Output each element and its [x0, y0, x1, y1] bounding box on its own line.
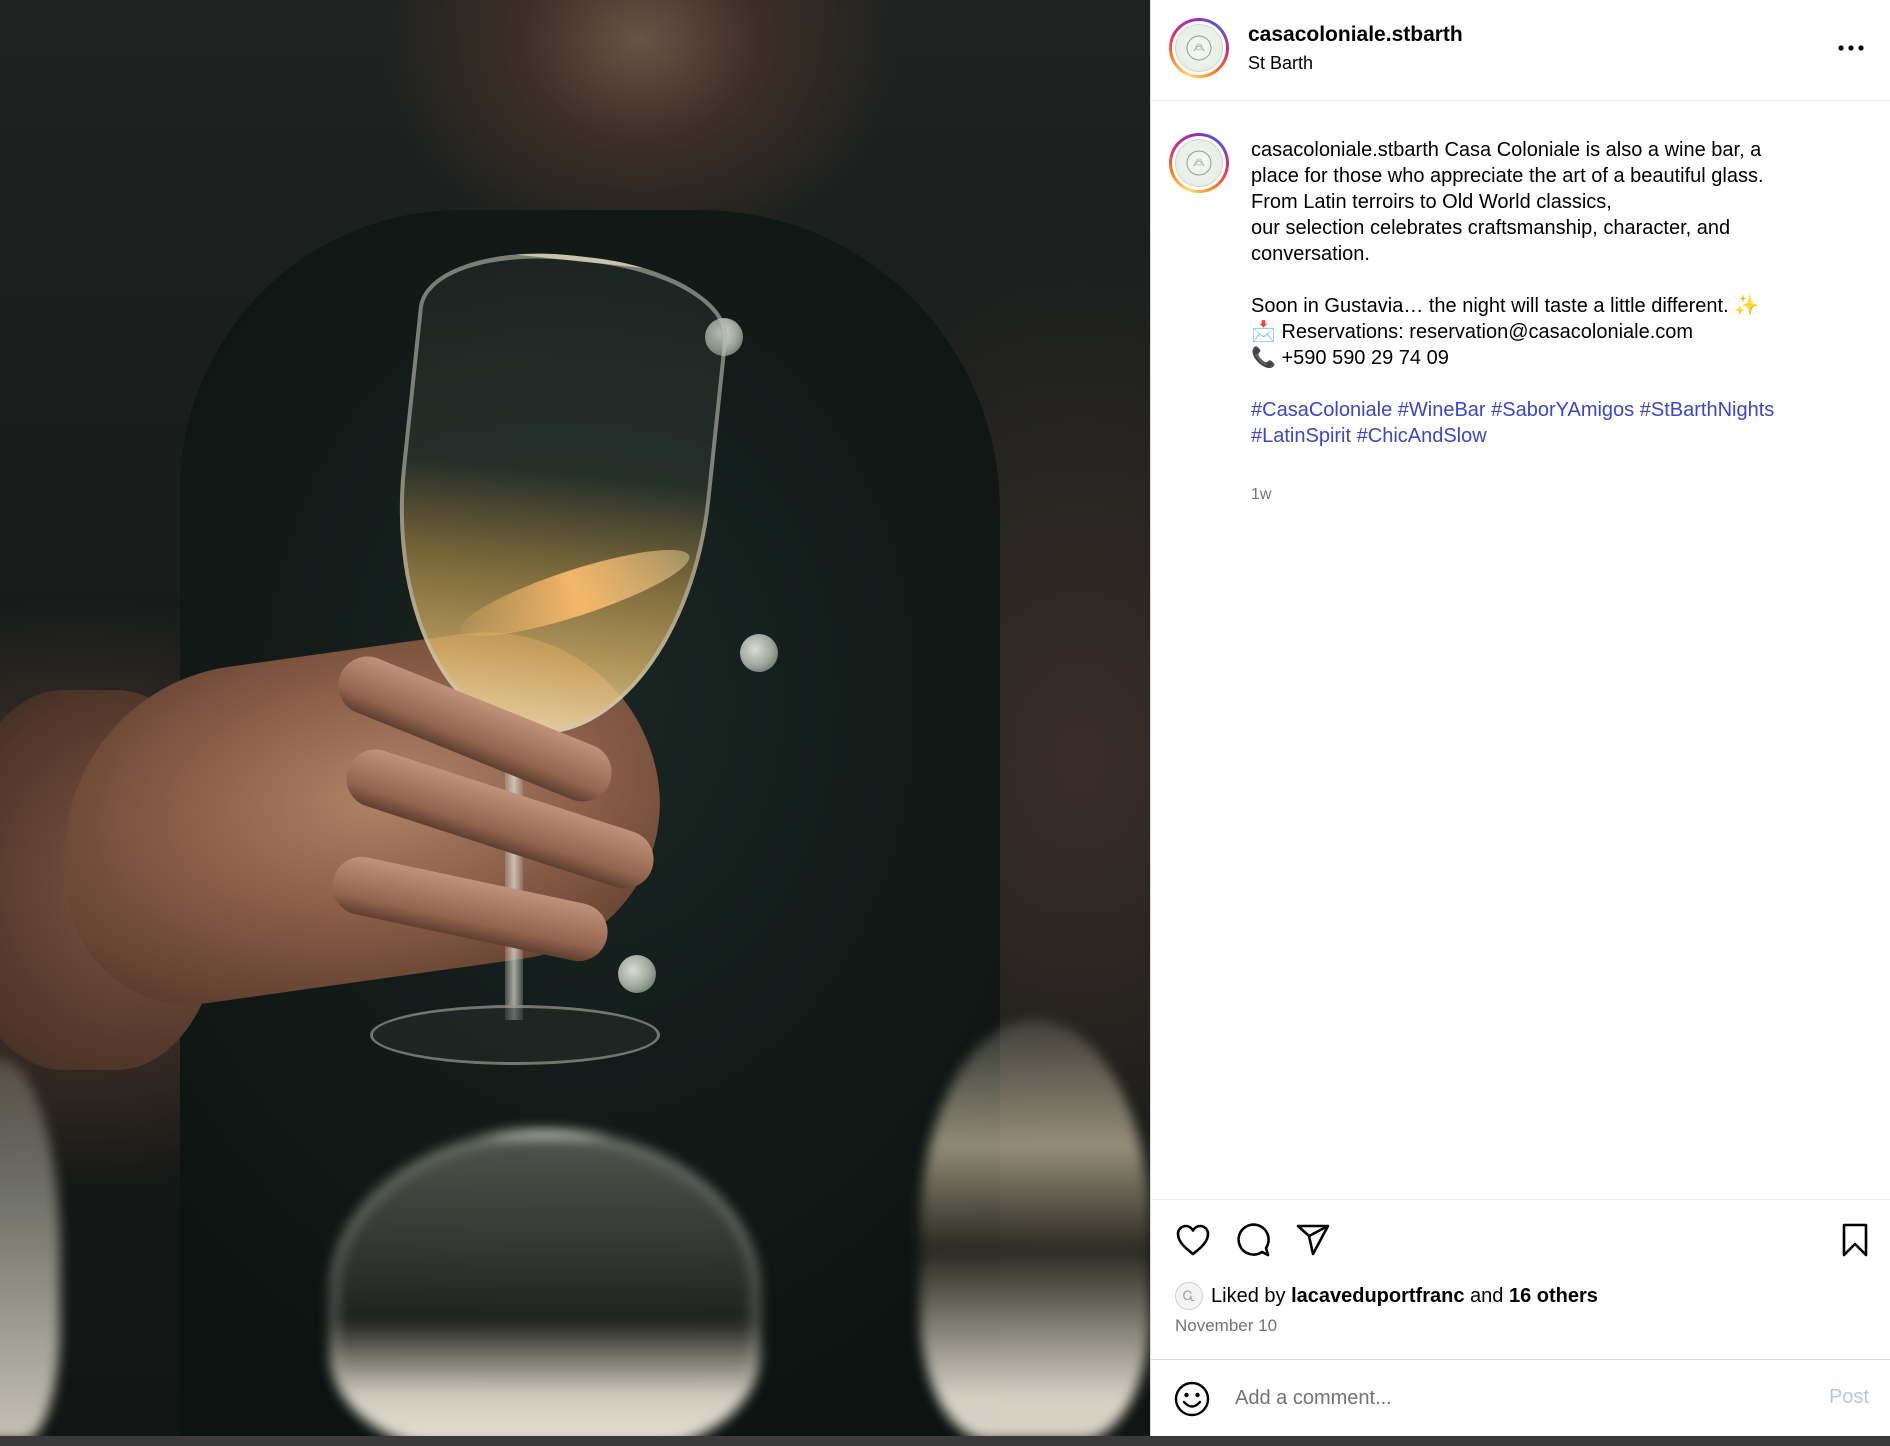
paper-plane-icon	[1296, 1224, 1330, 1256]
brand-logo-icon	[1175, 24, 1223, 72]
glass-base	[370, 1005, 660, 1065]
likes-summary: Ꮹ Liked by lacaveduportfranc and 16 othe…	[1175, 1282, 1598, 1310]
comments-section: casacoloniale.stbarth Casa Coloniale is …	[1151, 101, 1890, 1199]
location-link[interactable]: St Barth	[1248, 53, 1313, 74]
post-actions: Ꮹ Liked by lacaveduportfranc and 16 othe…	[1151, 1199, 1890, 1359]
hashtag-link[interactable]: #SaborYAmigos	[1491, 399, 1634, 421]
emoji-picker-button[interactable]	[1173, 1380, 1211, 1418]
caption-phone: 📞 +590 590 29 74 09	[1251, 347, 1449, 369]
caption-teaser: Soon in Gustavia… the night will taste a…	[1251, 295, 1760, 317]
post-panel: casacoloniale.stbarth St Barth casacolon…	[1150, 0, 1890, 1436]
hashtag-link[interactable]: #CasaColoniale	[1251, 399, 1392, 421]
caption-line: Casa Coloniale is also a wine bar, a	[1444, 139, 1762, 161]
heart-icon	[1176, 1224, 1210, 1256]
caption-avatar[interactable]	[1169, 133, 1229, 193]
hashtag-link[interactable]: #WineBar	[1398, 399, 1486, 421]
post-header: casacoloniale.stbarth St Barth	[1151, 0, 1890, 101]
likes-conjunction: and	[1470, 1284, 1504, 1307]
smiley-icon	[1174, 1381, 1210, 1417]
blurred-glass-front	[330, 1130, 760, 1436]
more-horizontal-icon	[1838, 45, 1864, 51]
caption-line: conversation.	[1251, 243, 1370, 265]
caption-line: From Latin terroirs to Old World classic…	[1251, 191, 1612, 213]
username-link[interactable]: casacoloniale.stbarth	[1248, 23, 1463, 47]
liker-avatar[interactable]: Ꮹ	[1175, 1282, 1203, 1310]
blurred-glass-left	[0, 1060, 60, 1436]
hashtag-link[interactable]: #StBarthNights	[1640, 399, 1775, 421]
profile-avatar[interactable]	[1169, 18, 1229, 78]
window-bottom-edge	[0, 1436, 1890, 1446]
shirt-button	[740, 634, 778, 672]
hashtag-link[interactable]: #LatinSpirit	[1251, 425, 1351, 447]
caption-reservations: 📩 Reservations: reservation@casacolonial…	[1251, 321, 1694, 343]
hashtag-list: #CasaColoniale #WineBar #SaborYAmigos #S…	[1251, 397, 1861, 449]
comment-input[interactable]	[1235, 1378, 1755, 1418]
likes-others-link[interactable]: 16 others	[1509, 1285, 1598, 1308]
bookmark-icon	[1842, 1223, 1868, 1257]
like-button[interactable]	[1173, 1220, 1213, 1260]
post-image[interactable]	[0, 0, 1150, 1436]
comment-button[interactable]	[1233, 1220, 1273, 1260]
brand-logo-icon	[1175, 139, 1223, 187]
comment-bubble-icon	[1237, 1223, 1270, 1257]
post-time-ago[interactable]: 1w	[1251, 486, 1271, 504]
comment-composer: Post	[1151, 1359, 1890, 1436]
share-button[interactable]	[1293, 1220, 1333, 1260]
blurred-glass-right	[920, 1020, 1150, 1436]
post-caption: casacoloniale.stbarth Casa Coloniale is …	[1251, 137, 1861, 449]
shirt-button	[618, 955, 656, 993]
post-comment-button[interactable]: Post	[1829, 1386, 1869, 1409]
hashtag-link[interactable]: #ChicAndSlow	[1357, 425, 1487, 447]
caption-line: our selection celebrates craftsmanship, …	[1251, 217, 1731, 239]
post-date[interactable]: November 10	[1175, 1316, 1277, 1336]
save-button[interactable]	[1835, 1220, 1875, 1260]
caption-line: place for those who appreciate the art o…	[1251, 165, 1764, 187]
more-options-button[interactable]	[1831, 36, 1871, 60]
likes-prefix: Liked by	[1211, 1284, 1286, 1307]
liker-username-link[interactable]: lacaveduportfranc	[1291, 1285, 1464, 1308]
caption-username-link[interactable]: casacoloniale.stbarth	[1251, 139, 1439, 161]
